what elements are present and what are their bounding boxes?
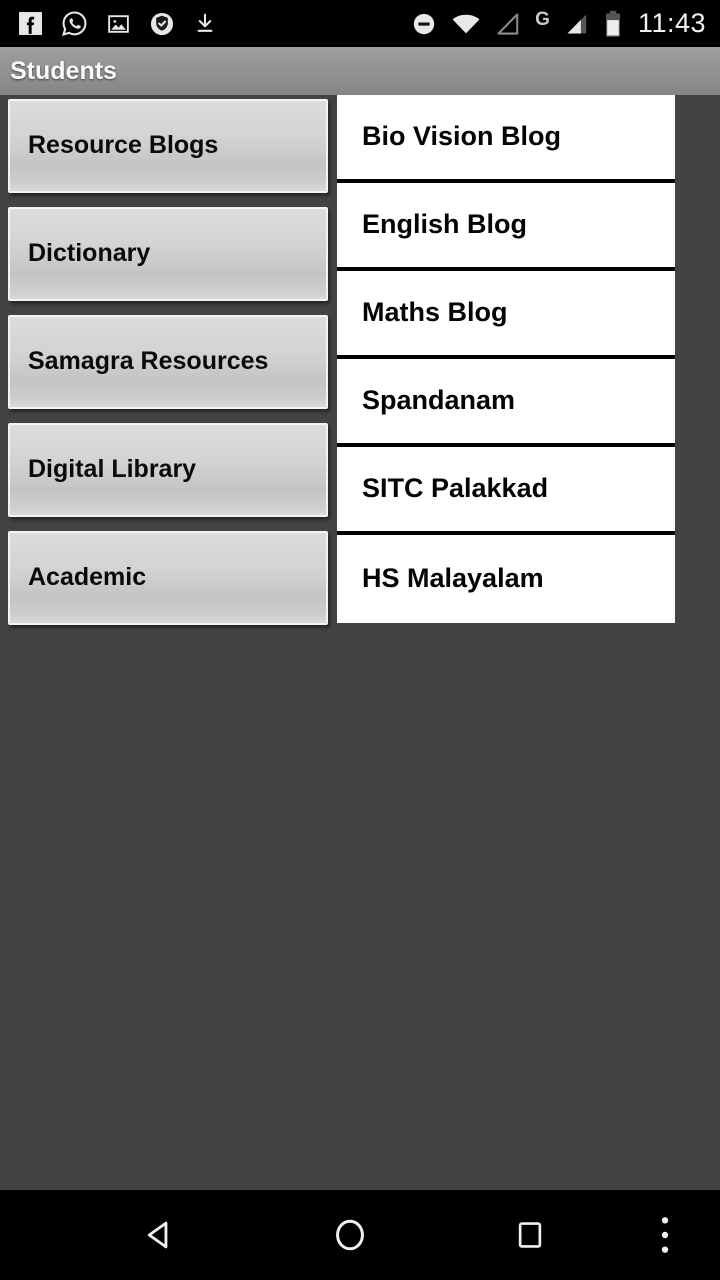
menu-item-samagra-resources[interactable]: Samagra Resources <box>8 315 328 409</box>
network-type-icon: G <box>535 8 550 30</box>
status-bar-system-icons: G 11:43 <box>411 10 720 38</box>
main-content: Resource Blogs Dictionary Samagra Resour… <box>0 95 720 1190</box>
whatsapp-icon <box>61 11 87 37</box>
back-button[interactable] <box>60 1190 260 1280</box>
android-screen: G 11:43 Students Resource Blogs Dictiona… <box>0 0 720 1280</box>
list-item-label: Spandanam <box>362 385 516 416</box>
home-button[interactable] <box>260 1190 440 1280</box>
list-item-label: HS Malayalam <box>362 563 544 594</box>
menu-item-label: Digital Library <box>28 455 197 484</box>
do-not-disturb-icon <box>413 13 435 34</box>
list-item[interactable]: SITC Palakkad <box>337 447 675 535</box>
menu-item-label: Samagra Resources <box>28 347 269 376</box>
signal-strength-icon <box>567 13 587 34</box>
menu-item-label: Academic <box>28 563 147 592</box>
android-navigation-bar <box>0 1190 720 1280</box>
status-bar-clock: 11:43 <box>637 8 706 38</box>
menu-item-label: Resource Blogs <box>28 131 219 160</box>
menu-item-digital-library[interactable]: Digital Library <box>8 423 328 517</box>
shield-check-icon <box>150 12 174 35</box>
menu-item-label: Dictionary <box>28 239 151 268</box>
list-item[interactable]: HS Malayalam <box>337 535 675 623</box>
status-bar: G 11:43 <box>0 0 720 47</box>
download-icon <box>197 13 213 32</box>
list-item[interactable]: Maths Blog <box>337 271 675 359</box>
recents-square-icon <box>518 1222 542 1248</box>
back-triangle-icon <box>147 1221 168 1249</box>
list-item-label: Maths Blog <box>362 297 508 328</box>
menu-item-resource-blogs[interactable]: Resource Blogs <box>8 99 328 193</box>
facebook-icon <box>19 12 42 35</box>
home-circle-icon <box>336 1219 364 1251</box>
page-title: Students <box>10 56 117 85</box>
menu-item-academic[interactable]: Academic <box>8 531 328 625</box>
category-menu: Resource Blogs Dictionary Samagra Resour… <box>8 99 328 639</box>
recents-button[interactable] <box>440 1190 620 1280</box>
more-vertical-icon <box>661 1217 669 1253</box>
signal-empty-icon <box>497 12 519 35</box>
wifi-icon <box>452 14 480 33</box>
list-item[interactable]: Spandanam <box>337 359 675 447</box>
list-item[interactable]: English Blog <box>337 183 675 271</box>
image-icon <box>108 15 129 33</box>
battery-icon <box>605 10 620 37</box>
app-title-bar: Students <box>0 47 720 95</box>
list-item-label: English Blog <box>362 209 527 240</box>
blog-list: Bio Vision Blog English Blog Maths Blog … <box>337 95 675 623</box>
list-item-label: Bio Vision Blog <box>362 121 562 152</box>
menu-item-dictionary[interactable]: Dictionary <box>8 207 328 301</box>
list-item[interactable]: Bio Vision Blog <box>337 95 675 183</box>
overflow-menu-button[interactable] <box>630 1190 700 1280</box>
status-bar-notification-icons <box>0 10 217 37</box>
list-item-label: SITC Palakkad <box>362 473 549 504</box>
